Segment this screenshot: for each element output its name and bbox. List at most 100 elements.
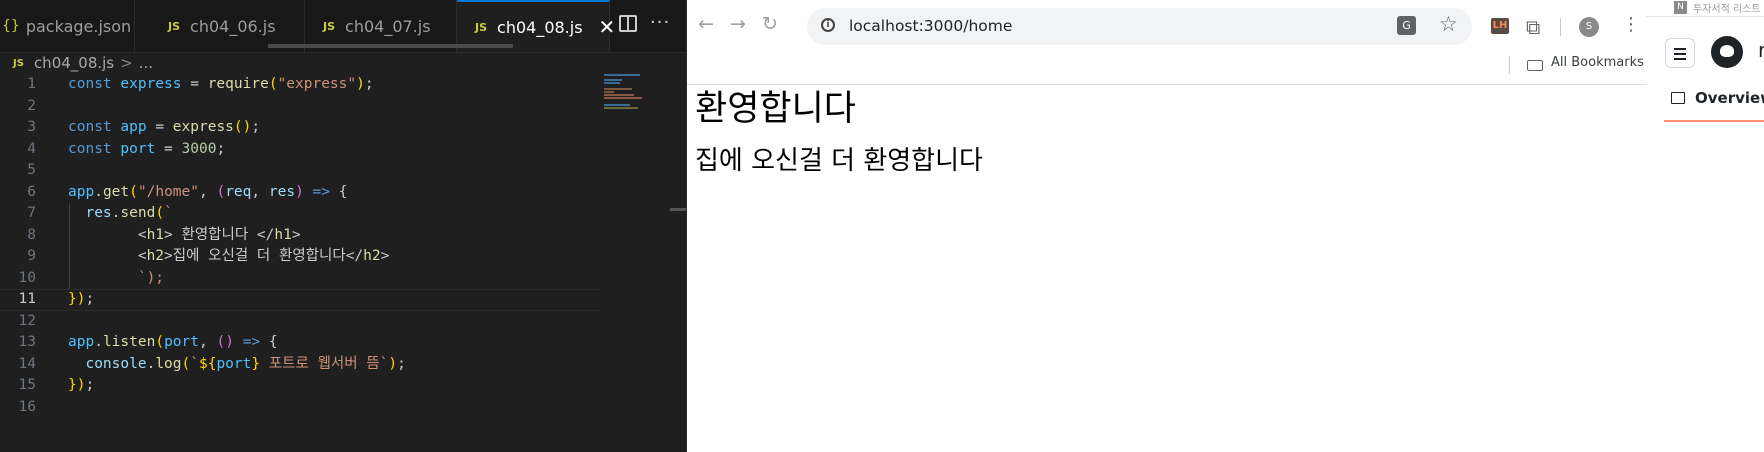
github-logo-icon[interactable] — [1711, 36, 1743, 68]
minimap[interactable] — [604, 74, 648, 114]
address-bar[interactable]: i localhost:3000/home G ☆ — [807, 8, 1472, 45]
json-file-icon: {} — [2, 18, 20, 34]
profile-avatar[interactable]: S — [1579, 17, 1599, 37]
line-number: 9 — [27, 248, 36, 264]
breadcrumb-symbols[interactable]: ... — [139, 54, 153, 72]
forward-icon[interactable]: → — [730, 13, 746, 35]
github-username[interactable]: r — [1758, 38, 1764, 62]
browser-window: ← → ↻ i localhost:3000/home G ☆ LH ⧉ S ⋮… — [687, 0, 1646, 452]
back-icon[interactable]: ← — [698, 13, 714, 35]
book-icon — [1671, 92, 1685, 104]
js-file-icon: JS — [13, 57, 24, 69]
code-text[interactable]: app.listen(port, () => { — [68, 332, 278, 354]
breadcrumb-separator: > — [120, 54, 133, 72]
indent-guide — [69, 267, 70, 289]
code-line[interactable]: 7 res.send(` — [0, 203, 600, 225]
code-text[interactable]: const port = 3000; — [68, 139, 225, 161]
code-text[interactable]: const app = express(); — [68, 117, 260, 139]
code-text[interactable]: app.get("/home", (req, res) => { — [68, 182, 347, 204]
vertical-scrollbar[interactable] — [670, 208, 686, 211]
active-tab-underline — [1664, 120, 1764, 122]
line-number: 15 — [18, 377, 36, 393]
line-number: 5 — [27, 162, 36, 178]
line-number: 11 — [18, 291, 36, 307]
tab-label: package.json — [25, 16, 132, 36]
code-line[interactable]: 13 app.listen(port, () => { — [0, 332, 600, 354]
line-number: 4 — [27, 140, 36, 157]
code-text[interactable]: console.log(`${port} 포트로 웹서버 뜸`); — [68, 354, 405, 376]
tab-label: ch04_07.js — [345, 16, 431, 36]
bookmark-strip: N 투자서적 리스트 — [1646, 0, 1764, 16]
code-line[interactable]: 9 <h2>집에 오신걸 더 환영합니다</h2> — [0, 246, 600, 268]
split-editor-icon[interactable] — [619, 15, 637, 32]
code-editor: {} package.json JS ch04_06.js JS ch04_07… — [0, 0, 686, 452]
divider — [1646, 16, 1764, 17]
code-line[interactable]: 14 console.log(`${port} 포트로 웹서버 뜸`); — [0, 354, 600, 376]
code-line[interactable]: 4 const port = 3000; — [0, 139, 600, 161]
tab-label: ch04_06.js — [190, 16, 276, 36]
code-line[interactable]: 1 const express = require("express"); — [0, 74, 600, 96]
notion-icon[interactable]: N — [1674, 1, 1687, 14]
js-file-icon: JS — [168, 19, 181, 33]
code-text[interactable]: res.send(` — [68, 203, 172, 225]
line-number: 3 — [27, 119, 36, 135]
github-content — [1646, 124, 1764, 452]
code-line[interactable]: 12 — [0, 311, 600, 333]
bookmarks-bar: All Bookmarks — [687, 52, 1646, 85]
tab-package-json[interactable]: {} package.json — [0, 0, 135, 52]
code-text[interactable]: <h1> 환영합니다 </h1> — [68, 225, 301, 247]
more-actions-icon[interactable]: ··· — [650, 12, 670, 33]
extension-icon[interactable]: LH — [1491, 18, 1509, 34]
indent-guide — [69, 224, 70, 246]
reload-icon[interactable]: ↻ — [762, 13, 778, 35]
github-window-partial: N 투자서적 리스트 r Overview — [1646, 0, 1764, 452]
code-line[interactable]: 6 app.get("/home", (req, res) => { — [0, 182, 600, 204]
code-line[interactable]: 16 — [0, 397, 600, 419]
line-number: 1 — [27, 76, 36, 92]
line-number: 14 — [18, 355, 36, 372]
code-line[interactable]: 2 — [0, 96, 600, 118]
translate-icon[interactable]: G — [1397, 16, 1416, 35]
line-number: 2 — [27, 97, 36, 114]
line-number: 12 — [18, 312, 36, 329]
tab-overview[interactable]: Overview — [1695, 89, 1764, 107]
url-text[interactable]: localhost:3000/home — [849, 17, 1012, 35]
hamburger-menu-icon[interactable] — [1665, 38, 1695, 68]
site-info-icon[interactable]: i — [821, 18, 835, 32]
breadcrumb-file[interactable]: ch04_08.js — [34, 54, 114, 72]
bookmark-star-icon[interactable]: ☆ — [1439, 12, 1458, 36]
indent-guide — [69, 203, 70, 225]
code-line[interactable]: 3 const app = express(); — [0, 117, 600, 139]
all-bookmarks-button[interactable]: All Bookmarks — [1551, 55, 1644, 70]
code-text[interactable]: }); — [68, 375, 94, 397]
code-text[interactable]: `); — [68, 268, 164, 290]
code-line[interactable]: 10 `); — [0, 267, 600, 290]
code-text[interactable]: }); — [68, 289, 94, 311]
indent-guide — [69, 246, 70, 268]
kebab-menu-icon[interactable]: ⋮ — [1622, 14, 1640, 35]
code-text[interactable]: <h2>집에 오신걸 더 환영합니다</h2> — [68, 246, 390, 268]
bookmarks-divider — [1509, 56, 1510, 74]
code-line[interactable]: 11}); — [0, 289, 600, 311]
line-number: 13 — [18, 334, 36, 350]
tab-scrollbar[interactable] — [268, 44, 513, 48]
editor-tab-bar: {} package.json JS ch04_06.js JS ch04_07… — [0, 0, 686, 53]
bookmark-label[interactable]: 투자서적 리스트 — [1693, 0, 1761, 15]
code-text[interactable]: const express = require("express"); — [68, 74, 374, 96]
tab-label: ch04_08.js — [497, 17, 583, 37]
folder-icon — [1527, 60, 1543, 71]
line-number: 8 — [27, 226, 36, 243]
code-line[interactable]: 8 <h1> 환영합니다 </h1> — [0, 224, 600, 247]
code-area[interactable]: 1 const express = require("express"); 2 3 co… — [0, 74, 600, 418]
extensions-puzzle-icon[interactable]: ⧉ — [1526, 15, 1540, 39]
js-file-icon: JS — [323, 19, 336, 33]
toolbar-divider — [1560, 18, 1561, 36]
code-line[interactable]: 5 — [0, 160, 600, 182]
close-tab-icon[interactable]: ✕ — [599, 15, 616, 39]
breadcrumb: JS ch04_08.js > ... — [0, 52, 699, 74]
page-subheading: 집에 오신걸 더 환영합니다 — [695, 146, 983, 176]
page-heading: 환영합니다 — [695, 89, 857, 129]
js-file-icon: JS — [475, 20, 488, 34]
line-number: 16 — [18, 398, 36, 415]
code-line[interactable]: 15}); — [0, 375, 600, 397]
